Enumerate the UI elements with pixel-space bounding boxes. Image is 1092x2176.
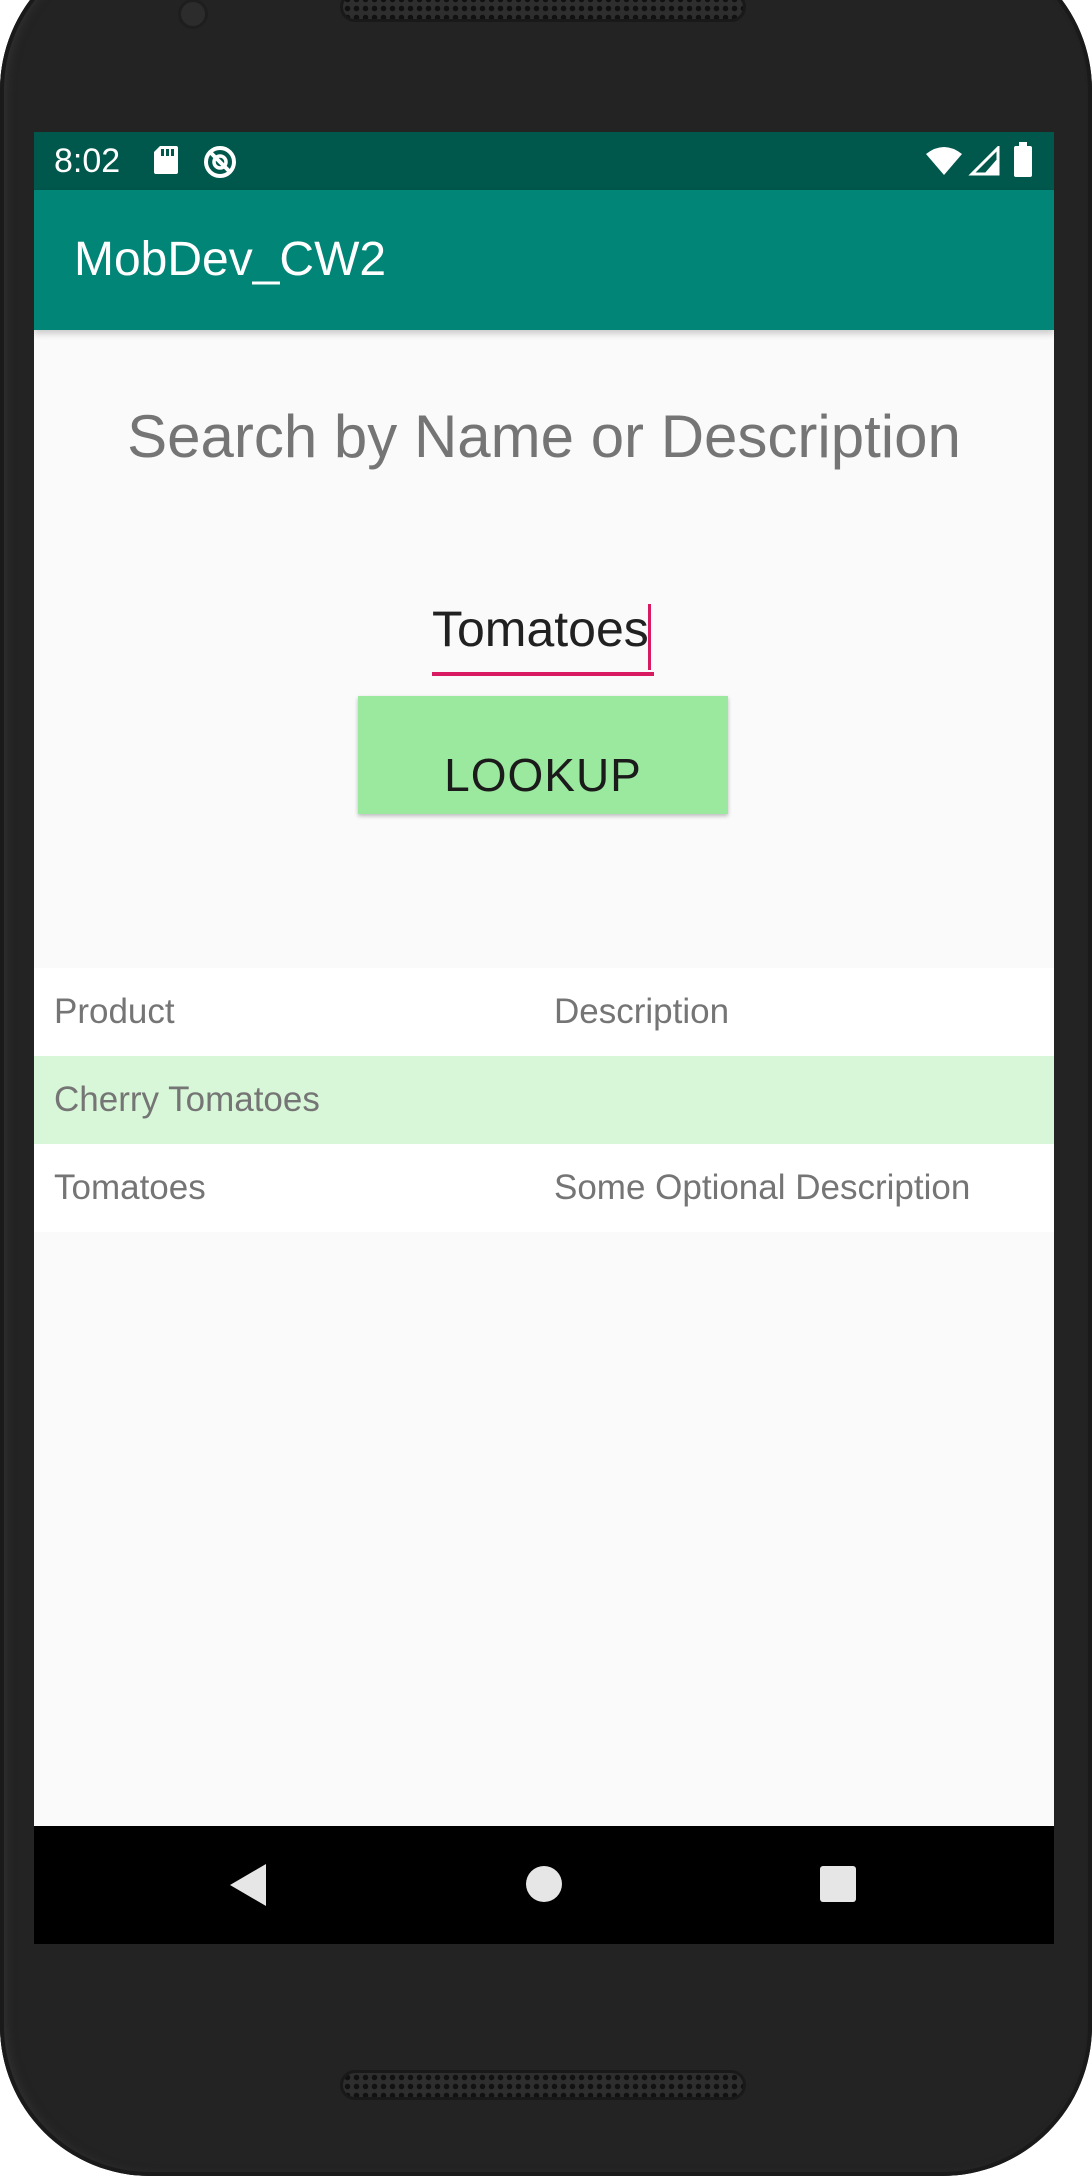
search-input-underline	[432, 672, 654, 676]
page-title: Search by Name or Description	[127, 403, 961, 470]
table-row[interactable]: Tomatoes Some Optional Description	[34, 1144, 1054, 1232]
app-title: MobDev_CW2	[74, 233, 387, 286]
do-not-disturb-icon	[202, 144, 238, 185]
row-description: Some Optional Description	[554, 1168, 971, 1207]
recents-icon[interactable]	[818, 1864, 858, 1909]
column-header-product: Product	[54, 992, 175, 1031]
sd-card-icon	[152, 144, 180, 181]
results-table: Product Description Cherry Tomatoes Toma…	[34, 968, 1054, 1232]
status-time: 8:02	[54, 142, 121, 180]
navigation-bar	[34, 1826, 1054, 1944]
table-header-row: Product Description	[34, 968, 1054, 1056]
device-screen: 8:02 MobDev_CW2 Search by Name or Descri…	[34, 132, 1054, 1944]
top-speaker-grille	[340, 0, 746, 22]
column-header-description: Description	[554, 992, 730, 1031]
signal-icon	[968, 144, 1000, 181]
bottom-speaker-grille	[340, 2070, 746, 2100]
home-icon[interactable]	[524, 1864, 564, 1909]
lookup-button-label: LOOKUP	[444, 749, 642, 801]
row-product: Tomatoes	[54, 1168, 206, 1207]
front-camera	[181, 2, 205, 26]
status-bar: 8:02	[34, 132, 1054, 190]
search-input-value[interactable]: Tomatoes	[432, 600, 649, 658]
lookup-button[interactable]: LOOKUP	[358, 696, 728, 814]
text-cursor	[648, 604, 651, 670]
back-icon[interactable]	[226, 1862, 270, 1913]
table-row[interactable]: Cherry Tomatoes	[34, 1056, 1054, 1144]
wifi-icon	[924, 146, 964, 181]
battery-icon	[1012, 142, 1034, 183]
app-bar: MobDev_CW2	[34, 190, 1054, 330]
row-product: Cherry Tomatoes	[54, 1080, 320, 1119]
search-input[interactable]: Tomatoes	[432, 600, 654, 680]
